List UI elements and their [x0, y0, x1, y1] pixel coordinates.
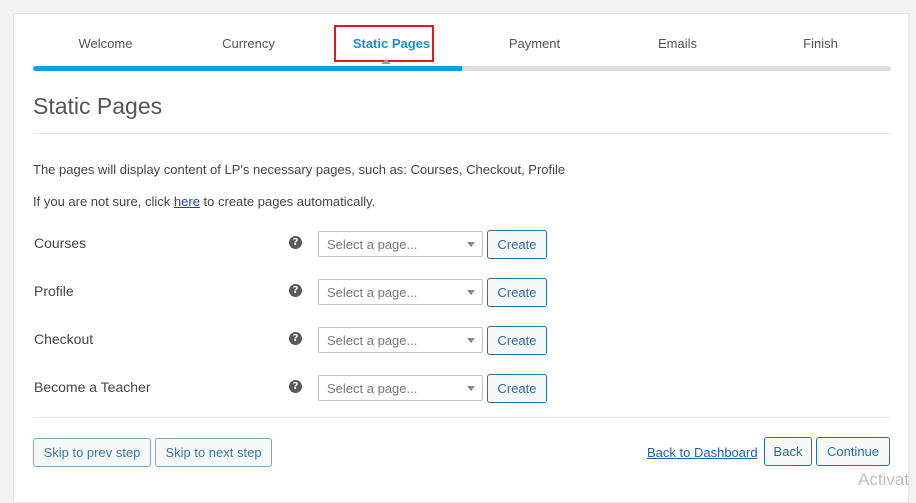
setup-wizard-card: Welcome Currency Static Pages Payment Em… [13, 13, 909, 503]
page-row-checkout: Checkout ? Select a page... Create [14, 326, 910, 365]
skip-next-button[interactable]: Skip to next step [155, 438, 272, 467]
footer-divider [33, 417, 891, 418]
help-icon[interactable]: ? [289, 332, 302, 345]
help-icon[interactable]: ? [289, 380, 302, 393]
auto-create-text: If you are not sure, click here to creat… [33, 194, 376, 209]
chevron-down-icon [467, 290, 475, 295]
activation-watermark: Activat [858, 470, 910, 489]
create-checkout-page-button[interactable]: Create [487, 326, 547, 355]
page-title: Static Pages [33, 93, 163, 119]
page-row-courses: Courses ? Select a page... Create [14, 230, 910, 269]
step-welcome[interactable]: Welcome [34, 36, 177, 51]
create-become-teacher-page-button[interactable]: Create [487, 374, 547, 403]
row-label: Courses [34, 235, 87, 251]
step-payment[interactable]: Payment [463, 36, 606, 51]
back-to-dashboard-link[interactable]: Back to Dashboard [647, 445, 758, 460]
active-step-caret-icon [381, 59, 391, 64]
wizard-progress-bar [33, 66, 891, 71]
courses-page-select[interactable]: Select a page... [318, 231, 483, 257]
step-finish[interactable]: Finish [749, 36, 892, 51]
chevron-down-icon [467, 386, 475, 391]
step-emails[interactable]: Emails [606, 36, 749, 51]
checkout-page-select[interactable]: Select a page... [318, 327, 483, 353]
back-button[interactable]: Back [764, 437, 812, 466]
profile-page-select[interactable]: Select a page... [318, 279, 483, 305]
page-row-profile: Profile ? Select a page... Create [14, 278, 910, 317]
active-step-highlight [334, 25, 434, 62]
skip-prev-button[interactable]: Skip to prev step [33, 438, 151, 467]
step-currency[interactable]: Currency [177, 36, 320, 51]
page-row-become-a-teacher: Become a Teacher ? Select a page... Crea… [14, 374, 910, 413]
wizard-steps: Welcome Currency Static Pages Payment Em… [34, 32, 892, 54]
chevron-down-icon [467, 338, 475, 343]
help-icon[interactable]: ? [289, 284, 302, 297]
description-text: The pages will display content of LP's n… [33, 162, 566, 177]
create-profile-page-button[interactable]: Create [487, 278, 547, 307]
help-icon[interactable]: ? [289, 236, 302, 249]
chevron-down-icon [467, 242, 475, 247]
continue-button[interactable]: Continue [816, 437, 890, 466]
row-label: Checkout [34, 331, 94, 347]
row-label: Profile [34, 283, 74, 299]
wizard-progress-fill [33, 66, 462, 71]
row-label: Become a Teacher [34, 379, 151, 395]
create-courses-page-button[interactable]: Create [487, 230, 547, 259]
title-divider [33, 133, 891, 134]
auto-create-link[interactable]: here [174, 194, 200, 209]
become-teacher-page-select[interactable]: Select a page... [318, 375, 483, 401]
